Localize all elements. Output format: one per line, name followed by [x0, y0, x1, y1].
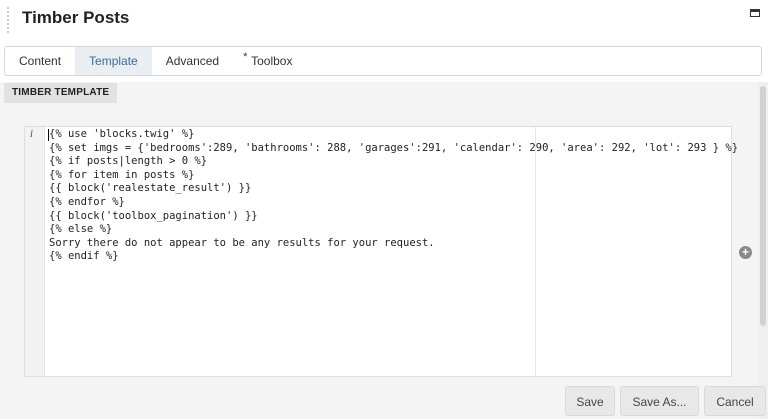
tab-label: Content: [19, 54, 62, 68]
tab-label: Toolbox: [251, 54, 293, 68]
code-line: {% else %}: [49, 223, 113, 236]
code-line: {% endfor %}: [49, 195, 125, 208]
modified-marker: *: [243, 51, 248, 63]
code-line: {% set imgs = {'bedrooms':289, 'bathroom…: [49, 141, 739, 154]
section-label: TIMBER TEMPLATE: [4, 83, 118, 103]
code-line: {% if posts|length > 0 %}: [49, 155, 208, 168]
editor-gutter: i: [25, 127, 45, 376]
scrollbar-thumb[interactable]: [760, 86, 766, 326]
tab-template[interactable]: Template: [75, 47, 152, 75]
code-line: {{ block('realestate_result') }}: [49, 182, 252, 195]
save-button[interactable]: Save: [565, 386, 615, 416]
save-as-button[interactable]: Save As...: [620, 386, 699, 416]
info-icon: i: [30, 129, 34, 140]
tab-label: Template: [89, 54, 138, 68]
tab-bar: Content Template Advanced * Toolbox: [4, 46, 762, 76]
tab-toolbox[interactable]: * Toolbox: [233, 47, 306, 75]
panel-title: Timber Posts: [22, 8, 130, 27]
code-editor[interactable]: i {% use 'blocks.twig' %} {% set imgs = …: [24, 126, 738, 377]
code-line: Sorry there do not appear to be any resu…: [49, 236, 435, 249]
cancel-button[interactable]: Cancel: [704, 386, 766, 416]
add-circle-icon[interactable]: +: [739, 246, 752, 259]
code-content[interactable]: {% use 'blocks.twig' %} {% set imgs = {'…: [49, 128, 738, 264]
tab-content[interactable]: Content: [5, 47, 75, 75]
code-line: {% for item in posts %}: [49, 168, 195, 181]
tab-label: Advanced: [165, 54, 220, 68]
code-line: {{ block('toolbox_pagination') }}: [49, 209, 258, 222]
code-line: {% use 'blocks.twig' %}: [49, 128, 195, 140]
drag-handle[interactable]: [6, 6, 10, 34]
tab-advanced[interactable]: Advanced: [152, 47, 233, 75]
window-maximize-icon[interactable]: [750, 9, 760, 17]
code-line: {% endif %}: [49, 250, 119, 263]
